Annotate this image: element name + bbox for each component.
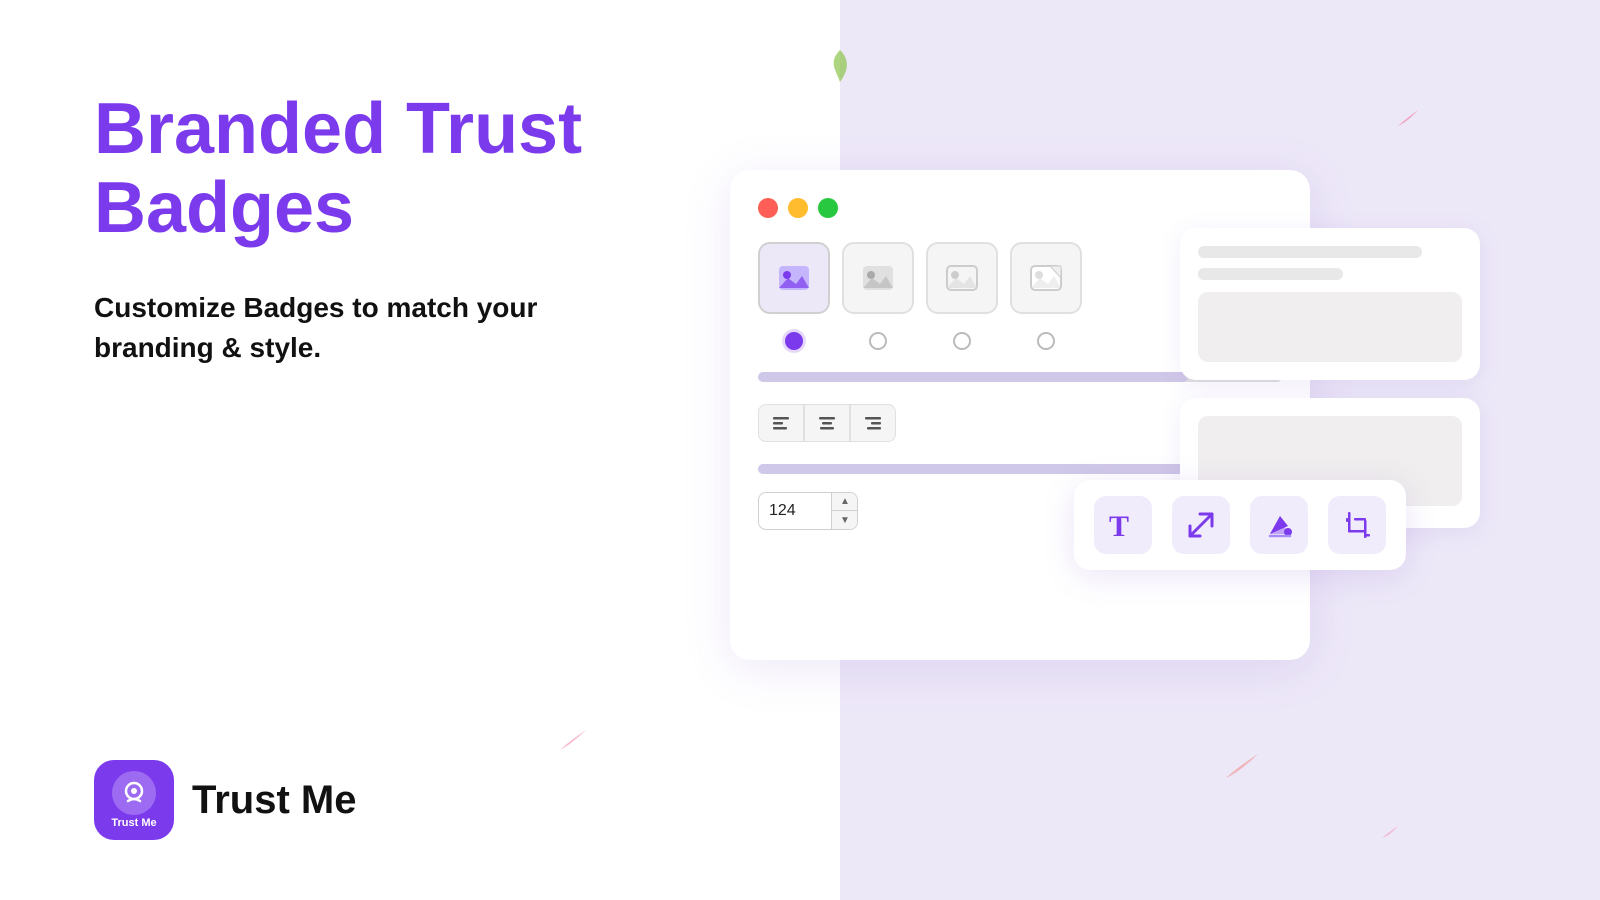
radio-item-2 — [842, 332, 914, 350]
image-icon-1 — [776, 260, 812, 296]
spinner-down[interactable]: ▼ — [832, 511, 858, 529]
app-logo-icon — [118, 777, 150, 809]
leaf-pink-top-right-icon — [1396, 108, 1420, 128]
toolbar-card: T — [1074, 480, 1406, 570]
app-name: Trust Me — [192, 778, 356, 823]
svg-text:T: T — [1109, 510, 1129, 542]
slider-1-fill — [758, 372, 1188, 382]
traffic-light-green[interactable] — [818, 198, 838, 218]
traffic-light-red[interactable] — [758, 198, 778, 218]
radio-item-1 — [758, 332, 830, 350]
image-option-1[interactable] — [758, 242, 830, 314]
align-right-icon — [863, 413, 883, 433]
app-icon-inner — [112, 771, 156, 815]
traffic-lights — [758, 198, 1282, 218]
left-content: Branded Trust Badges Customize Badges to… — [94, 90, 614, 367]
title-line2: Badges — [94, 168, 354, 248]
app-logo-label: Trust Me — [111, 817, 156, 829]
title-line1: Branded Trust — [94, 89, 582, 169]
align-center-icon — [817, 413, 837, 433]
page-title: Branded Trust Badges — [94, 90, 614, 248]
radio-item-3 — [926, 332, 998, 350]
radio-3[interactable] — [953, 332, 971, 350]
leaf-pink-bottom-right-icon — [1222, 750, 1260, 780]
resize-tool-button[interactable] — [1172, 496, 1230, 554]
leaf-pink-bottom-left-icon — [558, 726, 588, 752]
image-option-4[interactable] — [1010, 242, 1082, 314]
fill-tool-button[interactable] — [1250, 496, 1308, 554]
text-tool-icon: T — [1106, 508, 1140, 542]
align-left-button[interactable] — [758, 404, 804, 442]
text-tool-button[interactable]: T — [1094, 496, 1152, 554]
radio-2[interactable] — [869, 332, 887, 350]
number-input[interactable] — [758, 492, 832, 530]
fill-tool-icon — [1262, 508, 1296, 542]
rp-block-top — [1198, 292, 1462, 362]
spinner-up[interactable]: ▲ — [832, 493, 858, 511]
image-icon-3 — [944, 260, 980, 296]
crop-tool-button[interactable] — [1328, 496, 1386, 554]
app-icon: Trust Me — [94, 760, 174, 840]
image-icon-4 — [1028, 260, 1064, 296]
leaf-pink-br2-icon — [1380, 824, 1400, 840]
page-subtitle: Customize Badges to match your branding … — [94, 288, 614, 366]
image-icon-2 — [860, 260, 896, 296]
rp-line-narrow — [1198, 268, 1343, 280]
image-option-2[interactable] — [842, 242, 914, 314]
radio-1[interactable] — [785, 332, 803, 350]
image-option-3[interactable] — [926, 242, 998, 314]
align-left-icon — [771, 413, 791, 433]
right-panel-card-top — [1180, 228, 1480, 380]
align-right-button[interactable] — [850, 404, 896, 442]
number-input-wrap: ▲ ▼ — [758, 492, 858, 530]
radio-4[interactable] — [1037, 332, 1055, 350]
align-center-button[interactable] — [804, 404, 850, 442]
slider-2-fill — [758, 464, 1188, 474]
leaf-green-icon — [826, 48, 854, 84]
rp-line-wide — [1198, 246, 1422, 258]
number-spinners: ▲ ▼ — [832, 492, 858, 530]
resize-tool-icon — [1184, 508, 1218, 542]
radio-item-4 — [1010, 332, 1082, 350]
logo-section: Trust Me Trust Me — [94, 760, 356, 840]
traffic-light-yellow[interactable] — [788, 198, 808, 218]
crop-tool-icon — [1340, 508, 1374, 542]
